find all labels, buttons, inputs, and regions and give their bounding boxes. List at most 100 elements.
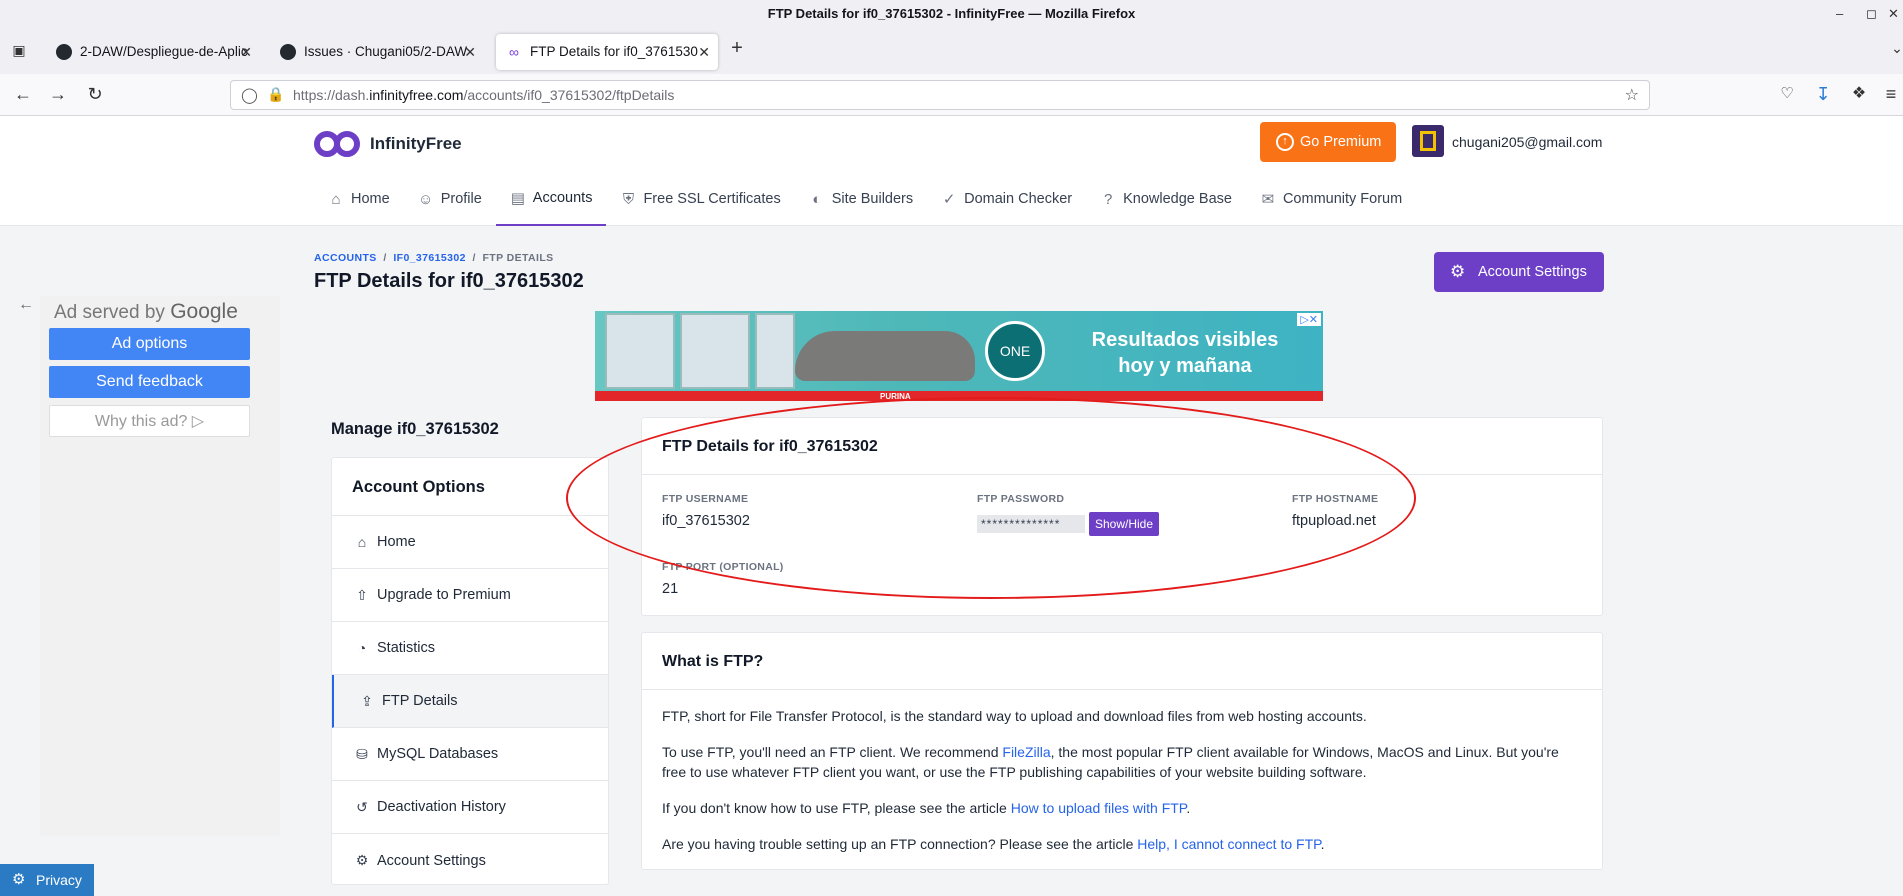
gear-icon: ⚙ <box>355 852 369 868</box>
nav-label: Accounts <box>532 190 593 206</box>
breadcrumb-account[interactable]: IF0_37615302 <box>393 252 466 264</box>
nav-home[interactable]: ⌂ Home <box>314 172 404 226</box>
close-tab-icon[interactable]: ✕ <box>698 34 710 70</box>
shield-icon: ⛨ <box>622 190 635 208</box>
reload-icon[interactable]: ↻ <box>84 84 106 106</box>
sidebar-item-statistics[interactable]: ◔ Statistics <box>332 622 608 675</box>
nav-label: Community Forum <box>1282 191 1403 207</box>
tab-strip: ▣ 2-DAW/Despliegue-de-Aplic ✕ Issues · C… <box>0 30 1903 74</box>
nav-label: Profile <box>440 191 482 207</box>
sidebar-item-upgrade[interactable]: ⇧ Upgrade to Premium <box>332 569 608 622</box>
nav-community-forum[interactable]: ✉ Community Forum <box>1246 172 1416 226</box>
ftp-username-value[interactable]: if0_37615302 <box>662 513 750 529</box>
user-icon: ☺ <box>418 190 434 208</box>
close-tab-icon[interactable]: ✕ <box>240 34 252 70</box>
check-circle-icon: ✓ <box>942 191 956 208</box>
nav-profile[interactable]: ☺ Profile <box>404 172 496 226</box>
github-icon <box>280 44 296 60</box>
upload-files-article-link[interactable]: How to upload files with FTP <box>1011 800 1187 816</box>
back-icon[interactable]: ← <box>12 84 34 106</box>
nav-accounts[interactable]: ▤ Accounts <box>495 172 607 226</box>
account-options-header: Account Options <box>332 458 608 516</box>
ftp-details-card: FTP Details for if0_37615302 FTP USERNAM… <box>641 417 1603 616</box>
lock-icon[interactable]: 🔒 <box>267 86 284 103</box>
nav-label: Home <box>351 191 390 207</box>
breadcrumb-accounts[interactable]: ACCOUNTS <box>314 252 377 264</box>
window-titlebar: FTP Details for if0_37615302 - InfinityF… <box>0 0 1903 30</box>
sidebar-item-account-settings[interactable]: ⚙ Account Settings <box>332 834 608 887</box>
ad-back-arrow-icon[interactable]: ← <box>18 296 34 314</box>
minimize-icon[interactable]: – <box>1836 0 1843 28</box>
tab-github-issues[interactable]: Issues · Chugani05/2-DAW ✕ <box>270 34 484 70</box>
product-logo: ONE <box>985 321 1045 381</box>
arrow-up-circle-icon: ↑ <box>1276 133 1294 151</box>
go-premium-button[interactable]: ↑ Go Premium <box>1260 122 1396 162</box>
downloads-icon[interactable]: ↧ <box>1812 84 1834 106</box>
account-settings-button[interactable]: ⚙ Account Settings <box>1434 252 1604 292</box>
avatar[interactable] <box>1412 125 1444 157</box>
account-options-card: Account Options ⌂ Home ⇧ Upgrade to Premiu… <box>331 457 609 885</box>
window-title: FTP Details for if0_37615302 - InfinityF… <box>767 6 1136 21</box>
ftp-hostname-value[interactable]: ftpupload.net <box>1292 513 1376 529</box>
bookmark-star-icon[interactable]: ☆ <box>1625 85 1639 105</box>
sidebar-item-deactivation-history[interactable]: ↺ Deactivation History <box>332 781 608 834</box>
banner-footer-strip <box>595 391 1323 401</box>
pocket-icon[interactable]: ♡ <box>1776 84 1798 106</box>
show-hide-password-button[interactable]: Show/Hide <box>1089 512 1159 536</box>
menu-icon[interactable]: ≡ <box>1880 84 1902 106</box>
sidebar-item-label: Account Settings <box>377 852 486 869</box>
what-paragraph-3: If you don't know how to use FTP, please… <box>662 800 1191 816</box>
new-tab-icon[interactable]: + <box>726 38 748 60</box>
tab-overview-icon[interactable]: ▣ <box>8 40 30 62</box>
ftp-username-label: FTP USERNAME <box>662 493 749 505</box>
nav-free-ssl[interactable]: ⛨ Free SSL Certificates <box>606 172 794 226</box>
extensions-icon[interactable]: ❖ <box>1848 84 1870 106</box>
home-icon: ⌂ <box>331 190 341 208</box>
nav-knowledge-base[interactable]: ? Knowledge Base <box>1086 172 1246 226</box>
history-icon: ↺ <box>356 798 368 815</box>
sidebar-item-home[interactable]: ⌂ Home <box>332 516 608 569</box>
sidebar-item-label: MySQL Databases <box>377 746 499 762</box>
forward-icon[interactable]: → <box>47 84 69 106</box>
tab-label: FTP Details for if0_3761530 <box>530 44 698 59</box>
sidebar-item-label: Statistics <box>377 640 436 656</box>
product-pack-image <box>755 313 795 389</box>
adchoices-icon[interactable]: ▷✕ <box>1297 313 1321 326</box>
filezilla-link[interactable]: FileZilla <box>1002 744 1050 760</box>
close-tab-icon[interactable]: ✕ <box>464 34 476 70</box>
sidebar-item-label: Home <box>377 534 416 550</box>
sidebar-item-ftp-details[interactable]: ⇪ FTP Details <box>332 675 608 728</box>
tab-github-repo[interactable]: 2-DAW/Despliegue-de-Aplic ✕ <box>46 34 260 70</box>
user-email[interactable]: chugani205@gmail.com <box>1452 134 1602 150</box>
close-window-icon[interactable]: ✕ <box>1888 0 1899 28</box>
site-logo[interactable]: InfinityFree <box>314 126 462 162</box>
privacy-button[interactable]: ⚙ Privacy <box>0 864 94 896</box>
ftp-password-value[interactable]: ************** <box>977 515 1085 533</box>
cat-image <box>795 331 975 381</box>
nav-label: Domain Checker <box>964 191 1073 207</box>
nav-domain-checker[interactable]: ✓ Domain Checker <box>927 172 1086 226</box>
database-icon: ⛁ <box>356 745 368 762</box>
sidebar-item-label: Upgrade to Premium <box>377 587 511 603</box>
nav-label: Free SSL Certificates <box>643 191 781 207</box>
cannot-connect-article-link[interactable]: Help, I cannot connect to FTP <box>1137 836 1320 852</box>
chat-icon: ✉ <box>1261 191 1275 208</box>
sidebar-item-label: FTP Details <box>382 693 458 709</box>
tab-ftp-details[interactable]: ∞ FTP Details for if0_3761530 ✕ <box>496 34 718 70</box>
home-icon: ⌂ <box>357 534 367 550</box>
banner-ad[interactable]: ONE Resultados visibles hoy y mañana PUR… <box>595 311 1323 401</box>
send-feedback-button[interactable]: Send feedback <box>49 366 250 398</box>
tab-label: Issues · Chugani05/2-DAW <box>304 44 468 59</box>
tab-list-icon[interactable]: ⌄ <box>1886 38 1903 60</box>
url-bar[interactable]: ◯ 🔒 https://dash.infinityfree.com/accoun… <box>230 80 1650 110</box>
nav-site-builders[interactable]: ◐ Site Builders <box>795 172 927 226</box>
maximize-icon[interactable]: ◻ <box>1866 0 1877 28</box>
ad-options-button[interactable]: Ad options <box>49 328 250 360</box>
ftp-port-value[interactable]: 21 <box>662 581 678 597</box>
sidebar-item-mysql[interactable]: ⛁ MySQL Databases <box>332 728 608 781</box>
why-this-ad-button[interactable]: Why this ad? ▷ <box>49 405 250 437</box>
help-icon: ? <box>1103 190 1113 208</box>
upload-file-icon: ⇪ <box>361 692 373 709</box>
nav-label: Site Builders <box>831 191 914 207</box>
shield-icon[interactable]: ◯ <box>241 86 258 104</box>
